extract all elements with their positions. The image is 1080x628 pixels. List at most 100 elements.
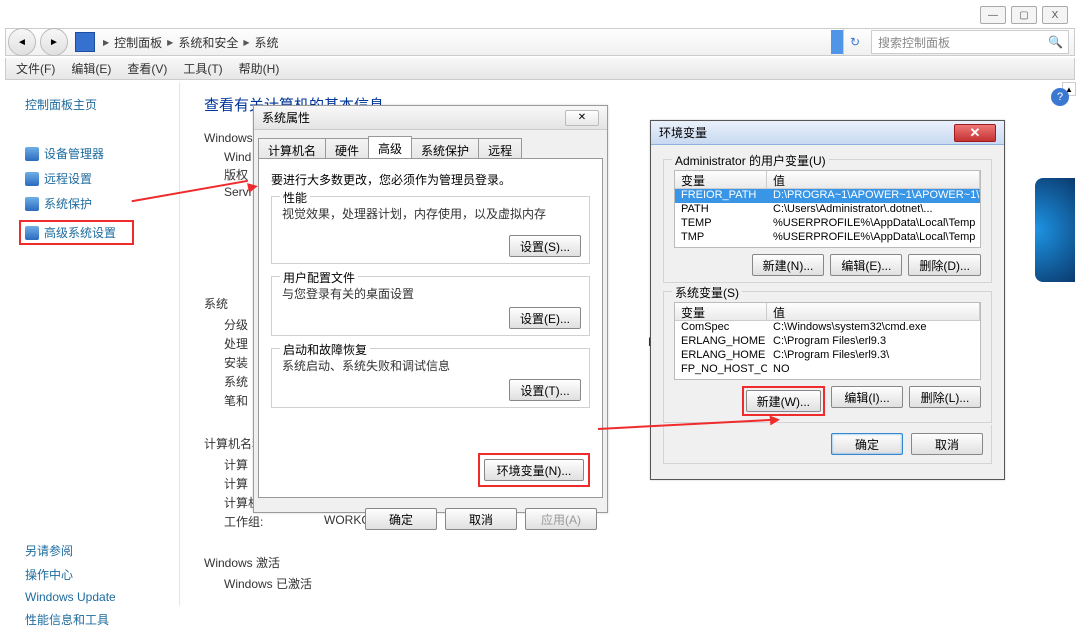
breadcrumb-item[interactable]: 系统和安全 <box>176 34 240 51</box>
user-edit-button[interactable]: 编辑(E)... <box>830 254 902 276</box>
breadcrumb-item[interactable]: 控制面板 <box>112 34 164 51</box>
sidebar-link-device-manager[interactable]: 设备管理器 <box>25 145 169 162</box>
see-also-windows-update[interactable]: Windows Update <box>25 590 169 604</box>
env-dialog-button-row: 确定 取消 <box>663 425 992 464</box>
user-var-row[interactable]: FREIOR_PATHD:\PROGRA~1\APOWER~1\APOWER~1… <box>675 189 980 203</box>
startup-recovery-settings-button[interactable]: 设置(T)... <box>509 379 581 401</box>
user-variables-group: Administrator 的用户变量(U) 变量值 FREIOR_PATHD:… <box>663 159 992 283</box>
system-variables-title: 系统变量(S) <box>672 284 742 301</box>
full-computer-name-row: 计算 <box>224 475 248 492</box>
user-variables-list[interactable]: 变量值 FREIOR_PATHD:\PROGRA~1\APOWER~1\APOW… <box>674 170 981 248</box>
user-var-row[interactable]: TMP%USERPROFILE%\AppData\Local\Temp <box>675 231 980 245</box>
ok-button[interactable]: 确定 <box>365 508 437 530</box>
user-var-row[interactable]: TEMP%USERPROFILE%\AppData\Local\Temp <box>675 217 980 231</box>
sys-var-row[interactable]: ERLANG_HOMEC:\Program Files\erl9.3\ <box>675 349 980 363</box>
sys-var-row[interactable]: FP_NO_HOST_C...NO <box>675 363 980 377</box>
startup-recovery-body: 系统启动、系统失败和调试信息 <box>282 357 579 374</box>
memory-row: 安装 <box>224 354 248 371</box>
col-variable[interactable]: 变量 <box>675 171 767 188</box>
col-value[interactable]: 值 <box>767 303 980 320</box>
activation-section-header: Windows 激活 <box>204 554 1051 571</box>
environment-variables-button[interactable]: 环境变量(N)... <box>484 459 584 481</box>
shield-icon <box>25 172 39 186</box>
annotation-arrowhead <box>770 415 781 426</box>
sys-var-row[interactable]: ERLANG_HOMEC:\Program Files\erl9.3 <box>675 335 980 349</box>
see-also-action-center[interactable]: 操作中心 <box>25 566 169 583</box>
env-ok-button[interactable]: 确定 <box>831 433 903 455</box>
search-icon: 🔍 <box>1048 35 1063 49</box>
user-profiles-settings-button[interactable]: 设置(E)... <box>509 307 581 329</box>
menu-help[interactable]: 帮助(H) <box>239 60 280 77</box>
sys-var-row[interactable]: ComSpecC:\Windows\system32\cmd.exe <box>675 321 980 335</box>
tab-advanced[interactable]: 高级 <box>368 136 412 158</box>
maximize-button[interactable]: ▢ <box>1011 6 1037 24</box>
address-dropdown[interactable] <box>831 30 843 54</box>
nav-forward-button[interactable]: ► <box>40 28 68 56</box>
menu-tools[interactable]: 工具(T) <box>183 60 222 77</box>
tab-remote[interactable]: 远程 <box>478 138 522 160</box>
nav-back-button[interactable]: ◄ <box>8 28 36 56</box>
sidebar-link-remote-settings[interactable]: 远程设置 <box>25 170 169 187</box>
sys-edit-button[interactable]: 编辑(I)... <box>831 386 903 408</box>
processor-row: 处理 <box>224 335 248 352</box>
sidebar-link-advanced-highlight: 高级系统设置 <box>19 220 134 245</box>
dialog-title: 系统属性 <box>262 109 310 126</box>
user-profiles-title: 用户配置文件 <box>280 269 358 286</box>
breadcrumb-item[interactable]: 系统 <box>253 34 281 51</box>
sys-delete-button[interactable]: 删除(L)... <box>909 386 981 408</box>
tab-computer-name[interactable]: 计算机名 <box>258 138 326 160</box>
annotation-arrowhead <box>247 181 259 193</box>
performance-settings-button[interactable]: 设置(S)... <box>509 235 581 257</box>
startup-recovery-title: 启动和故障恢复 <box>280 341 370 358</box>
dialog-button-row: 确定 取消 应用(A) <box>254 502 607 536</box>
windows-edition-line: Wind <box>224 150 251 164</box>
dialog-close-button[interactable]: ✕ <box>565 110 599 126</box>
chevron-right-icon[interactable]: ▶ <box>100 38 112 47</box>
sidebar: 控制面板主页 设备管理器 远程设置 系统保护 高级系统设置 另请参阅 操作中心 … <box>5 82 180 606</box>
chevron-right-icon[interactable]: ▶ <box>240 38 252 47</box>
activation-line: Windows 已激活 <box>224 575 312 592</box>
menu-view[interactable]: 查看(V) <box>127 60 167 77</box>
user-new-button[interactable]: 新建(N)... <box>752 254 825 276</box>
chevron-right-icon[interactable]: ▶ <box>164 38 176 47</box>
sidebar-link-system-protection[interactable]: 系统保护 <box>25 195 169 212</box>
menu-file[interactable]: 文件(F) <box>16 60 55 77</box>
window-close-button[interactable]: X <box>1042 6 1068 24</box>
sys-new-button[interactable]: 新建(W)... <box>746 390 821 412</box>
user-var-row[interactable]: PATHC:\Users\Administrator\.dotnet\... <box>675 203 980 217</box>
user-profiles-group: 用户配置文件 与您登录有关的桌面设置 设置(E)... <box>271 276 590 336</box>
dialog-tabs: 计算机名 硬件 高级 系统保护 远程 <box>254 130 607 158</box>
help-icon[interactable]: ? <box>1051 88 1069 106</box>
see-also-title: 另请参阅 <box>25 542 169 559</box>
tab-system-protection[interactable]: 系统保护 <box>411 138 479 160</box>
shield-icon <box>25 197 39 211</box>
env-cancel-button[interactable]: 取消 <box>911 433 983 455</box>
search-input[interactable]: 搜索控制面板 🔍 <box>871 30 1069 54</box>
minimize-button[interactable]: — <box>980 6 1006 24</box>
tab-hardware[interactable]: 硬件 <box>325 138 369 160</box>
system-variables-group: 系统变量(S) 变量值 ComSpecC:\Windows\system32\c… <box>663 291 992 423</box>
env-titlebar: 环境变量 ✕ <box>651 121 1004 145</box>
sidebar-link-advanced-settings[interactable]: 高级系统设置 <box>25 224 128 241</box>
user-delete-button[interactable]: 删除(D)... <box>908 254 981 276</box>
computer-name-row: 计算 <box>224 456 248 473</box>
env-dialog-title: 环境变量 <box>659 124 707 141</box>
env-close-button[interactable]: ✕ <box>954 124 996 142</box>
see-also-performance[interactable]: 性能信息和工具 <box>25 611 169 628</box>
startup-recovery-group: 启动和故障恢复 系统启动、系统失败和调试信息 设置(T)... <box>271 348 590 408</box>
apply-button[interactable]: 应用(A) <box>525 508 597 530</box>
col-variable[interactable]: 变量 <box>675 303 767 320</box>
window-controls: — ▢ X <box>980 6 1068 24</box>
tab-panel-advanced: 要进行大多数更改，您必须作为管理员登录。 性能 视觉效果，处理器计划，内存使用，… <box>258 158 603 498</box>
menu-edit[interactable]: 编辑(E) <box>71 60 111 77</box>
envvar-button-highlight: 环境变量(N)... <box>478 453 590 487</box>
sidebar-title[interactable]: 控制面板主页 <box>25 96 169 113</box>
user-variables-title: Administrator 的用户变量(U) <box>672 152 829 169</box>
system-variables-list[interactable]: 变量值 ComSpecC:\Windows\system32\cmd.exe E… <box>674 302 981 380</box>
user-profiles-body: 与您登录有关的桌面设置 <box>282 285 579 302</box>
cancel-button[interactable]: 取消 <box>445 508 517 530</box>
refresh-icon[interactable]: ↻ <box>850 35 860 49</box>
explorer-toolbar: ◄ ► ▶ 控制面板 ▶ 系统和安全 ▶ 系统 ↻ 搜索控制面板 🔍 <box>5 28 1075 56</box>
col-value[interactable]: 值 <box>767 171 980 188</box>
menubar: 文件(F) 编辑(E) 查看(V) 工具(T) 帮助(H) <box>5 58 1075 80</box>
